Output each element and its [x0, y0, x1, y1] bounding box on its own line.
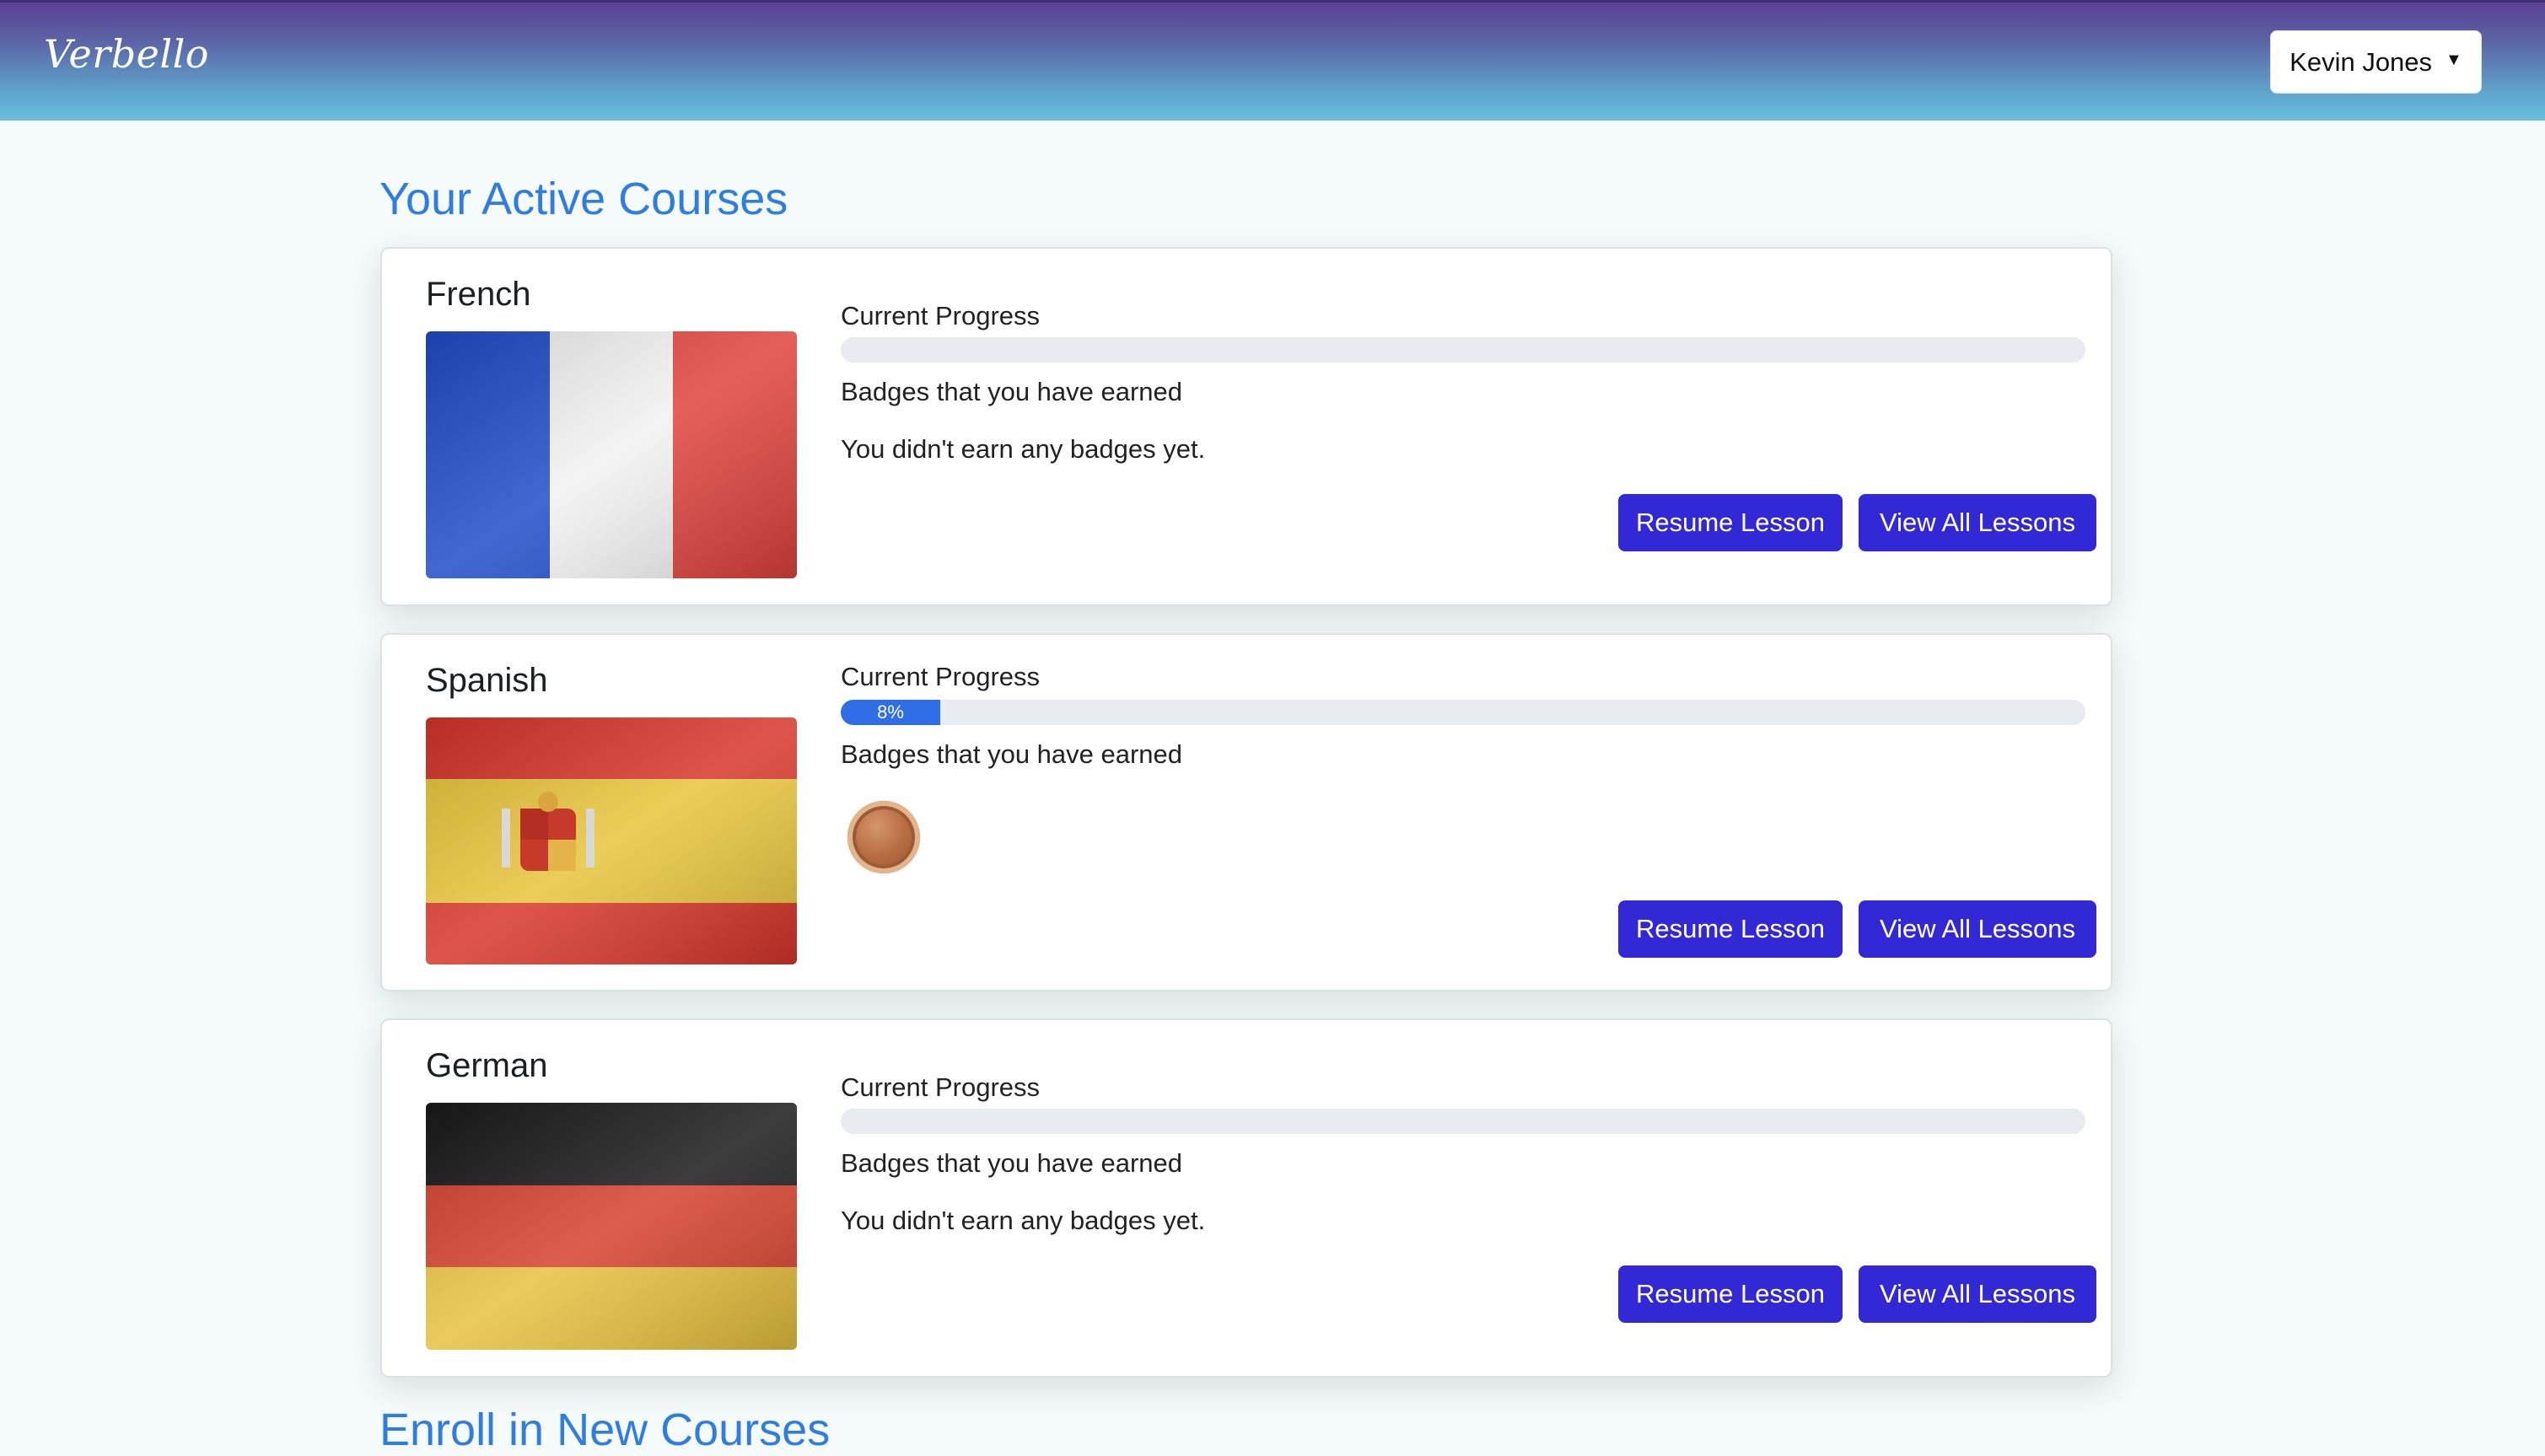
spain-flag-image	[426, 717, 797, 964]
badges-label: Badges that you have earned	[841, 377, 1183, 406]
badges-label: Badges that you have earned	[841, 739, 1183, 769]
no-badges-text: You didn't earn any badges yet.	[841, 434, 1206, 464]
germany-flag-image	[426, 1103, 797, 1350]
resume-lesson-button[interactable]: Resume Lesson	[1618, 494, 1843, 551]
progress-bar: 8%	[841, 700, 2085, 725]
caret-down-icon: ▼	[2445, 51, 2462, 69]
progress-bar	[841, 1109, 2085, 1134]
progress-bar	[841, 337, 2085, 363]
course-card-german: German Current Progress Badges that you …	[380, 1018, 2112, 1378]
view-all-lessons-button[interactable]: View All Lessons	[1859, 1265, 2096, 1323]
progress-label: Current Progress	[841, 301, 1041, 330]
user-menu-button[interactable]: Kevin Jones ▼	[2270, 30, 2482, 94]
progress-fill: 8%	[841, 700, 941, 725]
badges-label: Badges that you have earned	[841, 1148, 1183, 1178]
progress-label: Current Progress	[841, 662, 1041, 691]
course-card-spanish: Spanish Current Progress 8% Badges that …	[380, 633, 2112, 991]
course-card-french: French Current Progress Badges that you …	[380, 247, 2112, 606]
france-flag-image	[426, 331, 797, 578]
no-badges-text: You didn't earn any badges yet.	[841, 1206, 1206, 1235]
user-name: Kevin Jones	[2289, 46, 2433, 77]
resume-lesson-button[interactable]: Resume Lesson	[1618, 900, 1843, 958]
top-navbar: Verbello Kevin Jones ▼	[0, 0, 2545, 121]
resume-lesson-button[interactable]: Resume Lesson	[1618, 1265, 1843, 1323]
brand-logo[interactable]: Verbello	[44, 31, 209, 77]
view-all-lessons-button[interactable]: View All Lessons	[1859, 900, 2096, 958]
course-name: Spanish	[426, 662, 548, 699]
bronze-medal-icon[interactable]	[847, 801, 920, 873]
progress-label: Current Progress	[841, 1072, 1041, 1102]
view-all-lessons-button[interactable]: View All Lessons	[1859, 494, 2096, 551]
course-name: German	[426, 1047, 548, 1084]
course-name: French	[426, 276, 531, 313]
active-courses-title: Your Active Courses	[379, 174, 788, 224]
